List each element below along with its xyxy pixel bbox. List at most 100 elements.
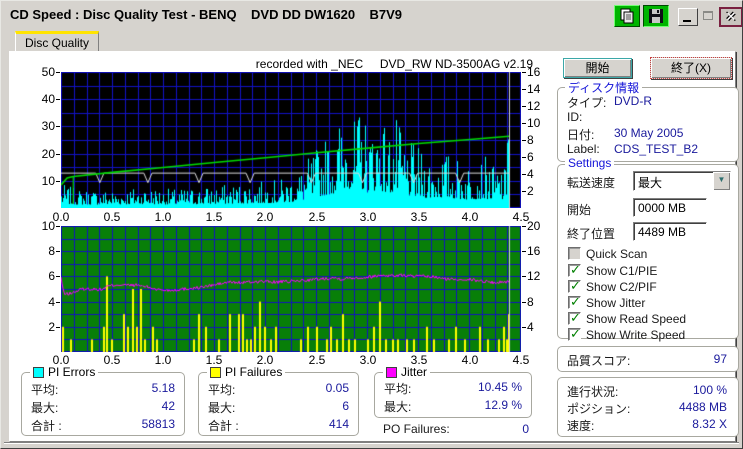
pi-failures-jitter-chart-canvas [61,226,521,352]
axis-tick-mark [522,276,526,277]
show-write-speed-checkbox[interactable]: ✓ [568,326,581,341]
minimize-button[interactable] [678,8,698,26]
quick-scan-checkbox[interactable]: ✓ [568,247,581,260]
speed-value: 8.32 X [692,417,727,431]
disc-type-value: DVD-R [614,94,652,108]
window-title: CD Speed : Disc Quality Test - BENQ DVD … [10,7,403,22]
axis-tick-mark [56,181,60,182]
save-button[interactable] [643,5,669,27]
axis-tick-mark [56,226,60,227]
progress-status-value: 100 % [692,383,727,397]
exit-button[interactable]: 終了(X) [650,57,732,79]
show-c2-pif-label: Show C2/PIF [586,280,657,294]
show-read-speed-label: Show Read Speed [586,312,687,326]
progress-group: 進行状況: 100 % ポジション: 4488 MB 速度: 8.32 X [557,377,739,437]
axis-tick-mark [56,276,60,277]
axis-tick-mark [522,106,526,107]
disc-info-group: ディスク情報 タイプ: DVD-R ID: 日付: 30 May 2005 La… [557,79,739,162]
axis-tick-label: 2 [527,184,534,198]
axis-tick-mark [522,72,526,73]
pi-errors-stats-box: PI Errors 平均: 5.18 最大: 42 合計 : 58813 [21,365,185,436]
axis-tick-label: 12 [527,269,541,283]
disc-type-label: タイプ: [567,96,607,110]
close-button[interactable]: ✕ [719,7,742,27]
bottom-groove [4,442,739,444]
axis-tick-label: 12 [527,99,541,113]
position-label: ポジション: [567,402,631,416]
show-jitter-label: Show Jitter [586,296,646,310]
copy-icon [620,8,634,24]
pif-total-value: 414 [328,417,349,431]
axis-tick-label: 1.0 [154,210,172,224]
pi-errors-chart-canvas [61,72,521,208]
position-value: 4488 MB [678,400,727,414]
exit-button-label: 終了(X) [671,61,711,75]
pi-errors-legend: PI Errors [30,365,99,379]
pif-max-value: 6 [342,399,349,413]
axis-tick-label: 20 [527,219,541,233]
save-floppy-icon [649,9,663,23]
axis-tick-label: 4 [527,167,534,181]
axis-tick-label: 3.5 [410,210,428,224]
pi-failures-legend: PI Failures [207,365,286,379]
axis-tick-label: 1.5 [205,210,223,224]
axis-tick-label: 2.5 [308,210,326,224]
show-write-speed-label: Show Write Speed [586,328,686,342]
show-jitter-checkbox[interactable]: ✓ [568,294,581,309]
pie-max-value: 42 [161,399,175,413]
axis-tick-mark [56,302,60,303]
start-button[interactable]: 開始 [563,58,632,78]
axis-tick-label: 3.0 [359,353,377,367]
axis-tick-label: 2.0 [256,210,274,224]
axis-tick-label: 40 [41,92,55,106]
show-c2-pif-checkbox[interactable]: ✓ [568,278,581,293]
axis-tick-label: 6 [48,269,55,283]
jitter-stats-box: Jitter 平均: 10.45 % 最大: 12.9 % [374,365,532,418]
transfer-speed-value: 最大 [638,176,663,190]
axis-tick-mark [522,251,526,252]
axis-tick-label: 20 [41,147,55,161]
check-icon: ✓ [570,262,581,277]
check-icon: ✓ [570,294,581,309]
show-c1-pie-checkbox[interactable]: ✓ [568,262,581,277]
transfer-speed-label: 転送速度 [567,176,616,190]
axis-tick-mark [522,302,526,303]
axis-tick-label: 10 [41,219,55,233]
disc-label-value: CDS_TEST_B2 [614,142,699,156]
axis-tick-label: 30 [41,119,55,133]
pie-total-value: 58813 [141,417,175,431]
axis-tick-label: 16 [527,244,541,258]
disc-id-label: ID: [567,110,583,124]
progress-status-label: 進行状況: [567,385,619,399]
transfer-speed-combobox[interactable]: 最大 ▼ [633,171,731,191]
jitter-swatch [386,366,397,378]
pie-avg-value: 5.18 [151,381,175,395]
start-position-field[interactable] [633,198,707,217]
show-c1-pie-label: Show C1/PIE [586,264,658,278]
quick-scan-label: Quick Scan [586,247,648,261]
pie-avg-label: 平均: [31,383,59,397]
axis-tick-label: 8 [527,133,534,147]
pi-errors-swatch [33,366,44,378]
end-position-field[interactable] [633,222,707,241]
axis-tick-mark [56,126,60,127]
axis-tick-mark [56,154,60,155]
settings-title: Settings [565,156,615,170]
po-failures-label: PO Failures: [383,422,450,436]
titlebar[interactable]: CD Speed : Disc Quality Test - BENQ DVD … [4,4,742,27]
combobox-dropdown-button[interactable]: ▼ [713,172,730,190]
axis-tick-mark [522,140,526,141]
pie-max-label: 最大: [31,401,59,415]
axis-tick-mark [56,327,60,328]
quality-score-label: 品質スコア: [567,354,631,368]
copy-to-clipboard-button[interactable] [614,5,640,27]
axis-tick-mark [522,89,526,90]
show-read-speed-checkbox[interactable]: ✓ [568,310,581,325]
disc-date-value: 30 May 2005 [614,126,684,140]
maximize-icon [703,11,713,20]
tab-disc-quality[interactable]: Disc Quality [15,31,99,51]
axis-tick-label: 2 [48,320,55,334]
axis-tick-mark [522,123,526,124]
axis-tick-mark [56,99,60,100]
start-button-label: 開始 [585,61,610,75]
